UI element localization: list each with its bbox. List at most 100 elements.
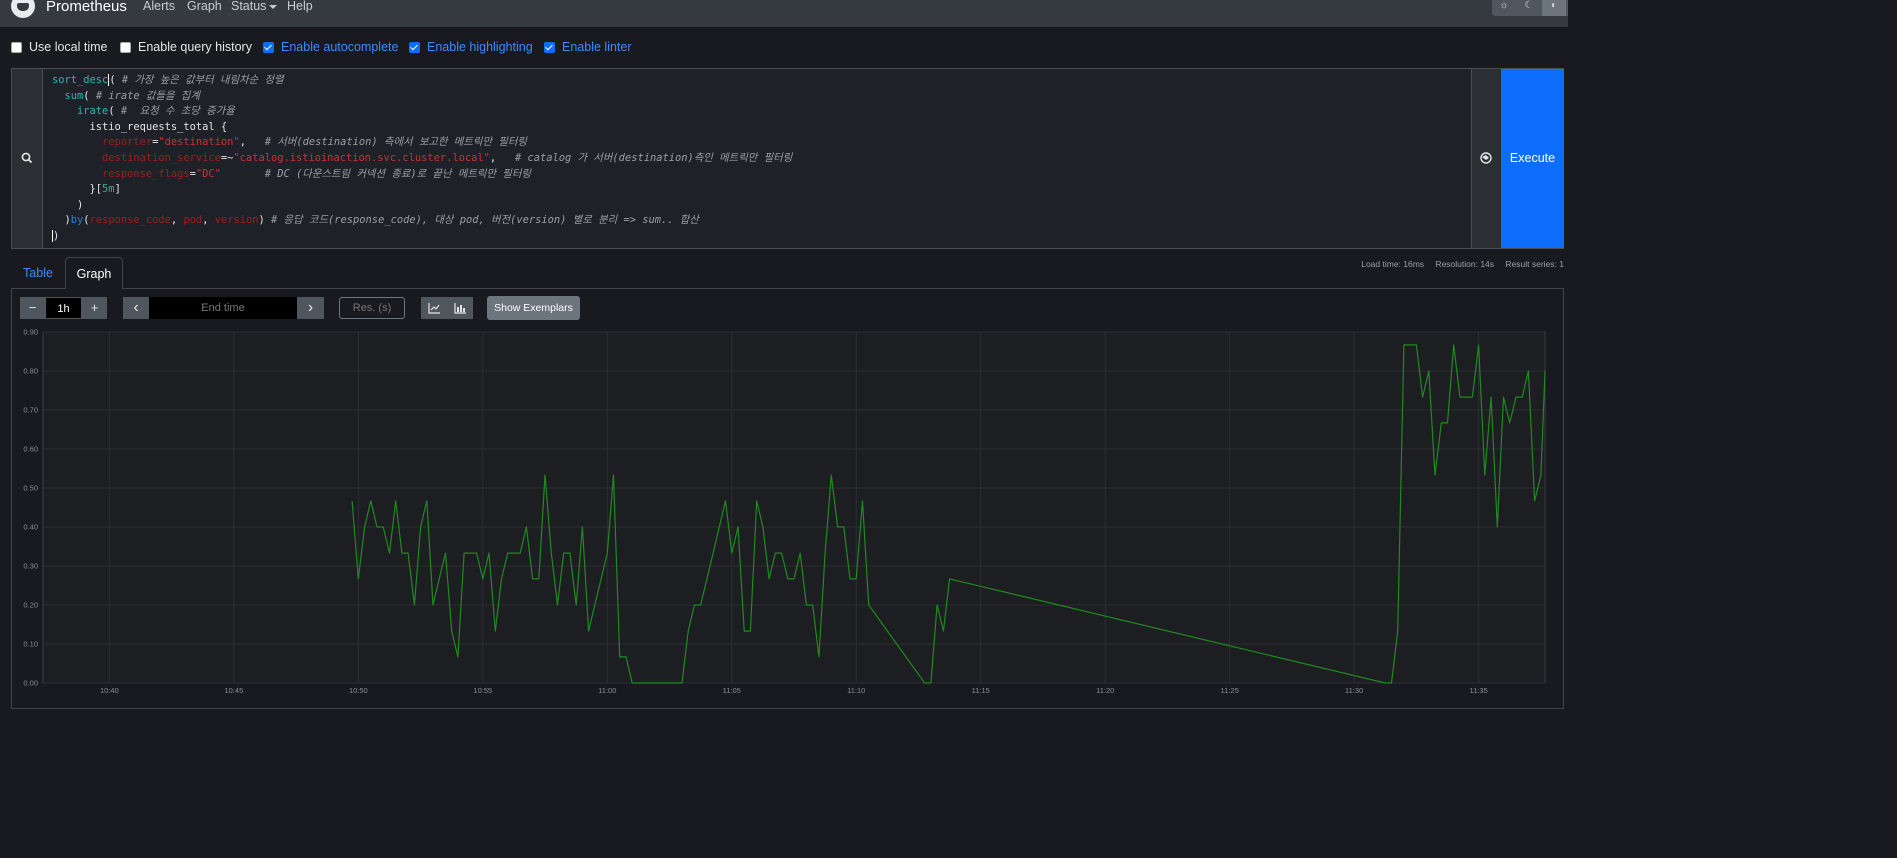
linter-checkbox[interactable] [544,41,555,53]
sun-icon[interactable]: ☼ [1492,0,1516,16]
line-chart-icon [428,303,440,314]
query-line: istio_requests_total { [52,120,792,136]
y-tick-label: 0.20 [23,601,38,610]
area-chart-icon [454,303,466,314]
query-line: ) [52,229,792,245]
x-tick-label: 11:20 [1096,686,1114,695]
y-tick-label: 0.90 [23,328,38,337]
use-local-time-option[interactable]: Use local time [11,40,108,54]
time-series-chart[interactable]: 0.00 0.10 0.20 0.30 0.40 0.50 0.60 0.70 0.80 0.90… [0,326,1568,709]
query-token: # 서버(destination) 측에서 보고한 메트릭만 필터링 [264,136,527,149]
query-token: ) [258,214,272,227]
y-tick-label: 0.30 [23,562,38,571]
query-input[interactable]: sort_desc( # 가장 높은 값부터 내림차순 정렬 sum( # ir… [52,73,792,245]
query-token: , [239,136,265,149]
query-history-option[interactable]: Enable query history [120,40,252,54]
query-token [52,152,102,164]
query-token: ( [108,74,116,86]
query-token: , [489,151,515,164]
result-series: Result series: 1 [1505,259,1564,269]
y-tick-label: 0.10 [23,640,38,649]
query-token: 5m [102,183,115,196]
query-token [52,90,65,102]
autocomplete-label: Enable autocomplete [281,40,399,54]
autocomplete-checkbox[interactable] [263,41,274,53]
range-decrease-button[interactable]: − [20,297,45,319]
resolution: Resolution: 14s [1435,259,1495,269]
query-token: irate [77,105,109,118]
query-token: ) [52,198,84,211]
end-time-prev-button[interactable]: ‹ [123,297,149,319]
query-token: # DC (다운스트림 커넥션 종료)로 끝난 메트릭만 필터링 [264,167,531,180]
query-stats: Load time: 16ms Resolution: 14s Result s… [1352,259,1564,269]
query-line: sort_desc( # 가장 높은 값부터 내림차순 정렬 [52,73,792,89]
query-line: destination_service=~"catalog.istioinact… [52,151,792,167]
nav-alerts[interactable]: Alerts [143,0,175,13]
chevron-down-icon [269,4,278,9]
x-tick-label: 10:50 [349,686,368,695]
nav-help[interactable]: Help [287,0,313,13]
query-token: ] [114,183,121,196]
y-tick-label: 0.00 [23,679,38,688]
x-tick-label: 10:40 [100,686,119,695]
query-line: )by(response_code, pod, version) # 응답 코드… [52,213,792,229]
x-tick-label: 11:10 [847,686,865,695]
search-icon [21,152,33,164]
x-tick-label: 11:25 [1221,686,1239,695]
query-token [52,136,102,148]
brand-title[interactable]: Prometheus [46,0,127,15]
query-token: ( [83,89,96,102]
x-tick-label: 11:30 [1345,686,1363,695]
linter-option[interactable]: Enable linter [544,40,632,54]
search-icon-box [12,69,43,248]
query-token: }[ [52,183,103,196]
nav-status[interactable]: Status [231,0,278,13]
use-local-time-label: Use local time [29,40,108,54]
use-local-time-checkbox[interactable] [11,41,22,53]
x-tick-label: 11:15 [972,686,990,695]
theme-toggle-group: ☼ ☾ ◐ [1492,0,1568,16]
query-line: ) [52,198,792,214]
query-token: istio_requests_total { [52,120,228,133]
unstacked-chart-button[interactable] [421,297,447,319]
x-tick-label: 10:45 [224,686,243,695]
y-tick-label: 0.70 [23,406,38,415]
query-token: , [170,214,184,227]
query-token: # 가장 높은 값부터 내림차순 정렬 [115,74,284,86]
end-time-input[interactable]: End time [149,297,297,319]
query-line: reporter="destination", # 서버(destination… [52,135,792,151]
highlighting-option[interactable]: Enable highlighting [409,40,533,54]
resolution-input[interactable]: Res. (s) [339,297,405,319]
query-token: "catalog.istioinaction.svc.cluster.local… [233,151,490,164]
query-token: , [202,214,215,227]
x-tick-label: 11:35 [1470,686,1488,695]
end-time-next-button[interactable]: › [297,297,324,319]
execute-button[interactable]: Execute [1501,69,1564,248]
query-line: }[5m] [52,182,792,198]
query-token: response_code [89,214,171,227]
metrics-explorer-button[interactable] [1471,69,1502,248]
query-token: ) [52,214,71,227]
range-increase-button[interactable]: + [82,297,107,319]
tab-graph[interactable]: Graph [65,257,123,289]
y-tick-label: 0.40 [23,523,38,532]
y-tick-label: 0.50 [23,484,38,493]
query-token [52,168,102,180]
moon-icon[interactable]: ☾ [1517,0,1541,16]
plot-area [42,331,1546,684]
prometheus-logo-icon[interactable] [11,0,35,18]
query-token: # irate 값들을 집계 [95,89,200,102]
query-history-checkbox[interactable] [120,41,131,53]
tab-table[interactable]: Table [13,257,63,289]
nav-graph[interactable]: Graph [187,0,222,13]
query-token: # 응답 코드(response_code), 대상 pod, 버전(versi… [271,214,699,227]
contrast-icon[interactable]: ◐ [1542,0,1566,16]
navbar: Prometheus Alerts Graph Status Help ☼ ☾ … [0,0,1568,27]
stacked-chart-button[interactable] [447,297,473,319]
autocomplete-option[interactable]: Enable autocomplete [263,40,398,54]
query-token: pod [183,214,203,227]
range-input[interactable]: 1h [45,297,82,319]
query-history-label: Enable query history [138,40,252,54]
highlighting-checkbox[interactable] [409,41,420,53]
show-exemplars-button[interactable]: Show Exemplars [487,296,580,320]
